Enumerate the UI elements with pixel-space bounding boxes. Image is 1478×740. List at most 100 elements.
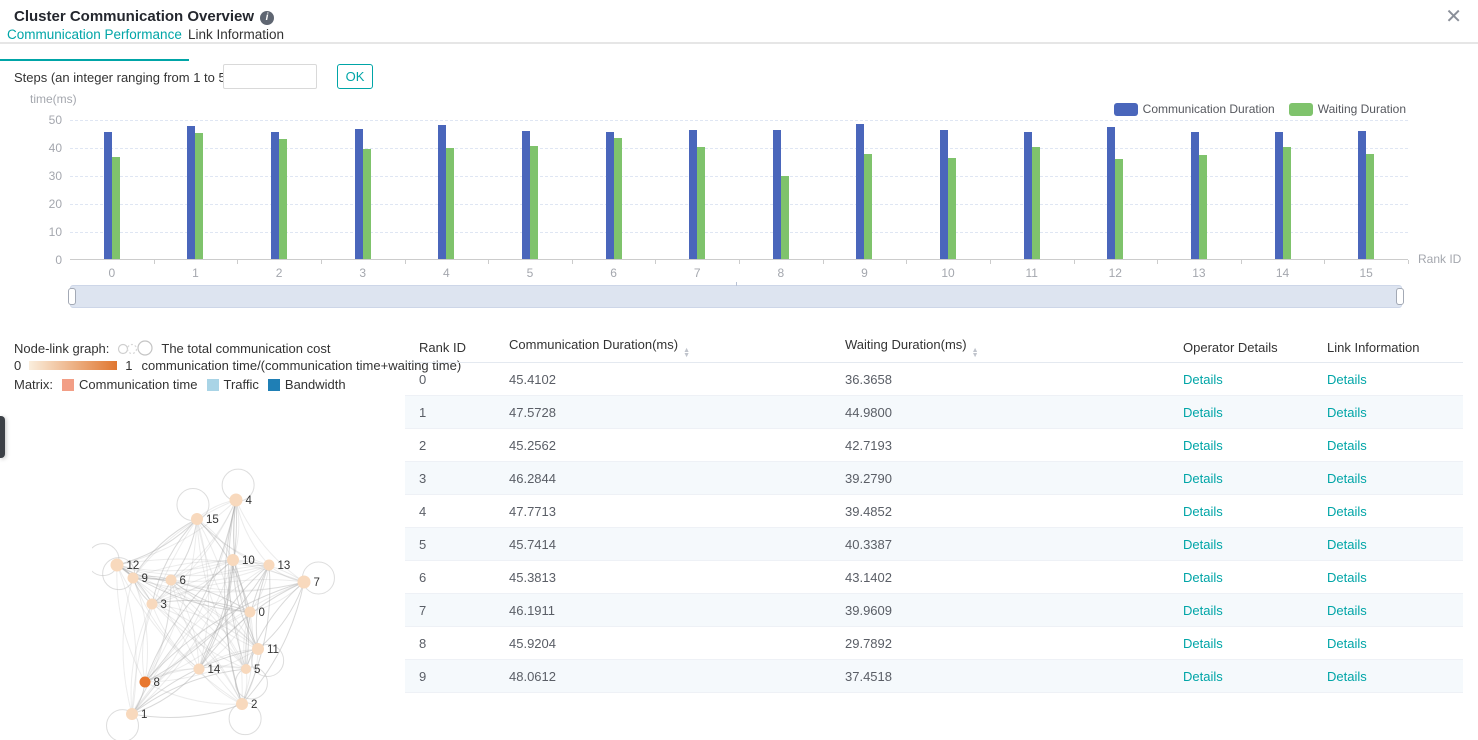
x-tick (823, 260, 824, 264)
bar-group-rank-7 (655, 120, 739, 259)
table-body: 045.410236.3658DetailsDetails147.572844.… (405, 363, 1463, 693)
operator-details-link[interactable]: Details (1183, 636, 1223, 651)
graph-node-label: 1 (141, 709, 147, 721)
graph-node-14[interactable] (194, 664, 205, 675)
link-information-link[interactable]: Details (1327, 372, 1367, 387)
link-information-link[interactable]: Details (1327, 669, 1367, 684)
bar-chart[interactable]: 0123456789101112131415 (70, 120, 1408, 260)
gradient-bar (29, 361, 117, 370)
gradient-legend: 0 1 communication time/(communication ti… (14, 358, 461, 373)
graph-node-13[interactable] (264, 560, 275, 571)
communication-duration-bar (773, 130, 781, 259)
operator-details-link[interactable]: Details (1183, 405, 1223, 420)
node-link-graph[interactable]: 0123456789101112131415 (92, 460, 350, 740)
bar-group-rank-14 (1241, 120, 1325, 259)
operator-details-link[interactable]: Details (1183, 603, 1223, 618)
graph-node-2[interactable] (236, 698, 248, 710)
communication-duration-bar (271, 132, 279, 259)
operator-details-link[interactable]: Details (1183, 372, 1223, 387)
datazoom-left-handle[interactable] (68, 288, 76, 305)
graph-node-1[interactable] (126, 708, 138, 720)
link-information-link[interactable]: Details (1327, 570, 1367, 585)
drawer-toggle[interactable] (0, 416, 5, 458)
x-tick-label: 1 (154, 266, 238, 280)
table-cell: 3 (405, 471, 495, 486)
graph-node-label: 8 (154, 677, 160, 689)
graph-node-6[interactable] (166, 575, 177, 586)
ok-button[interactable]: OK (337, 64, 373, 89)
legend-chip-green (1289, 103, 1313, 116)
graph-node-4[interactable] (230, 494, 243, 507)
y-tick-label: 0 (34, 253, 62, 267)
link-information-link[interactable]: Details (1327, 471, 1367, 486)
graph-node-3[interactable] (147, 599, 158, 610)
waiting-duration-bar (1366, 154, 1374, 259)
bar-group-rank-2 (237, 120, 321, 259)
graph-node-7[interactable] (298, 576, 311, 589)
graph-node-label: 14 (208, 664, 221, 676)
graph-node-9[interactable] (128, 573, 139, 584)
bar-group-rank-1 (154, 120, 238, 259)
link-information-link[interactable]: Details (1327, 537, 1367, 552)
graph-node-11[interactable] (252, 643, 264, 655)
close-icon[interactable]: ✕ (1445, 7, 1462, 27)
x-tick (488, 260, 489, 264)
table-cell: 43.1402 (831, 570, 1169, 585)
operator-details-link[interactable]: Details (1183, 669, 1223, 684)
graph-node-label: 6 (180, 575, 186, 587)
steps-label: Steps (an integer ranging from 1 to 56) (14, 70, 237, 85)
link-information-link[interactable]: Details (1327, 405, 1367, 420)
table-cell: 39.2790 (831, 471, 1169, 486)
graph-node-12[interactable] (111, 559, 124, 572)
legend-waiting-duration[interactable]: Waiting Duration (1289, 102, 1406, 116)
link-information-link[interactable]: Details (1327, 603, 1367, 618)
waiting-duration-bar (530, 146, 538, 259)
datazoom-slider[interactable] (70, 285, 1402, 308)
col-waiting-duration: Waiting Duration(ms)▲▼ (831, 337, 1169, 358)
operator-details-link[interactable]: Details (1183, 471, 1223, 486)
link-information-link[interactable]: Details (1327, 636, 1367, 651)
cluster-communication-overview-dialog: Cluster Communication Overviewi ✕ Commun… (0, 0, 1478, 740)
x-tick-label: 3 (321, 266, 405, 280)
waiting-duration-bar (1032, 147, 1040, 259)
graph-node-label: 9 (142, 573, 148, 585)
steps-input[interactable] (223, 64, 317, 89)
x-tick-label: 2 (237, 266, 321, 280)
x-tick (1241, 260, 1242, 264)
graph-node-label: 11 (267, 644, 279, 656)
graph-node-5[interactable] (241, 664, 251, 674)
datazoom-right-handle[interactable] (1396, 288, 1404, 305)
legend-communication-duration[interactable]: Communication Duration (1114, 102, 1275, 116)
link-information-link[interactable]: Details (1327, 504, 1367, 519)
x-tick (655, 260, 656, 264)
x-tick-label: 7 (655, 266, 739, 280)
graph-node-10[interactable] (227, 554, 239, 566)
table-row-rank-2: 245.256242.7193DetailsDetails (405, 429, 1463, 462)
graph-node-label: 10 (242, 555, 255, 567)
graph-node-0[interactable] (245, 607, 256, 618)
table-cell: 7 (405, 603, 495, 618)
x-tick (1408, 260, 1409, 264)
communication-duration-bar (856, 124, 864, 259)
operator-details-link[interactable]: Details (1183, 570, 1223, 585)
waiting-duration-bar (614, 138, 622, 259)
sort-icon[interactable]: ▲▼ (972, 348, 979, 358)
bar-group-rank-6 (572, 120, 656, 259)
operator-details-link[interactable]: Details (1183, 504, 1223, 519)
x-tick (1157, 260, 1158, 264)
table-cell: 39.4852 (831, 504, 1169, 519)
table-cell: 45.3813 (495, 570, 831, 585)
communication-duration-bar (1358, 131, 1366, 259)
graph-node-15[interactable] (191, 513, 203, 525)
graph-node-8[interactable] (140, 677, 151, 688)
tab-communication-performance[interactable]: Communication Performance (7, 27, 182, 42)
info-icon[interactable]: i (260, 11, 274, 25)
link-information-link[interactable]: Details (1327, 438, 1367, 453)
tab-link-information[interactable]: Link Information (188, 27, 284, 42)
rank-table: Rank ID Communication Duration(ms)▲▼ Wai… (405, 333, 1463, 693)
sort-icon[interactable]: ▲▼ (683, 348, 690, 358)
operator-details-link[interactable]: Details (1183, 537, 1223, 552)
table-cell: 36.3658 (831, 372, 1169, 387)
operator-details-link[interactable]: Details (1183, 438, 1223, 453)
legend-chip-blue (1114, 103, 1138, 116)
